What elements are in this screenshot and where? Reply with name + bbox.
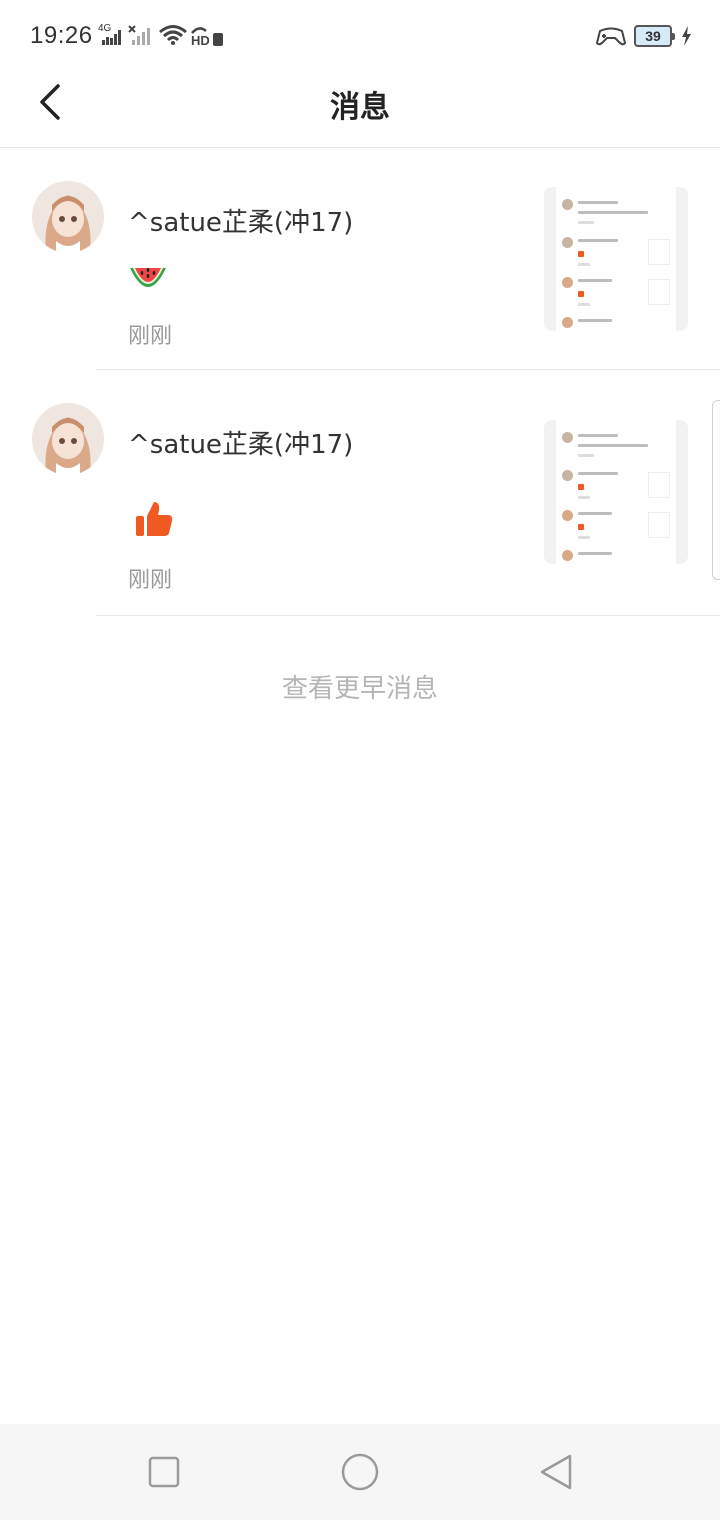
- message-item[interactable]: ^satue芷柔(冲17) 刚刚: [0, 148, 720, 370]
- post-thumbnail[interactable]: [544, 187, 688, 331]
- triangle-back-icon: [540, 1454, 572, 1490]
- recent-apps-button[interactable]: [142, 1450, 186, 1494]
- svg-text:HD: HD: [191, 33, 210, 47]
- post-thumbnail[interactable]: [544, 420, 688, 564]
- circle-icon: [341, 1453, 379, 1491]
- signal-off-icon: [128, 25, 150, 45]
- status-time: 19:26: [30, 22, 93, 49]
- message-item[interactable]: ^satue芷柔(冲17) 刚刚: [0, 370, 720, 616]
- hd-icon: HD: [191, 27, 223, 47]
- thumbs-up-icon: [134, 500, 174, 542]
- page-title: 消息: [330, 90, 390, 125]
- side-drawer-handle[interactable]: [712, 400, 720, 580]
- avatar[interactable]: [32, 181, 104, 253]
- divider: [96, 615, 720, 616]
- wifi-icon: [159, 25, 187, 45]
- message-time: 刚刚: [128, 568, 173, 593]
- game-controller-icon: [596, 27, 626, 46]
- back-nav-button[interactable]: [534, 1450, 578, 1494]
- status-bar: 19:26 4G HD 39: [0, 0, 720, 72]
- watermelon-emoji-icon: [128, 262, 168, 300]
- charging-icon: [682, 26, 691, 46]
- battery-icon: 39: [634, 25, 675, 47]
- square-icon: [148, 1456, 180, 1488]
- message-time: 刚刚: [128, 324, 173, 349]
- avatar[interactable]: [32, 403, 104, 475]
- home-button[interactable]: [338, 1450, 382, 1494]
- username[interactable]: ^satue芷柔(冲17): [128, 424, 353, 461]
- signal-icon: [102, 30, 121, 45]
- username[interactable]: ^satue芷柔(冲17): [128, 202, 353, 239]
- navigation-bar: [0, 1424, 720, 1520]
- status-right-group: 39: [596, 22, 692, 50]
- load-earlier-messages-link[interactable]: 查看更早消息: [0, 668, 720, 705]
- header: 消息: [0, 72, 720, 148]
